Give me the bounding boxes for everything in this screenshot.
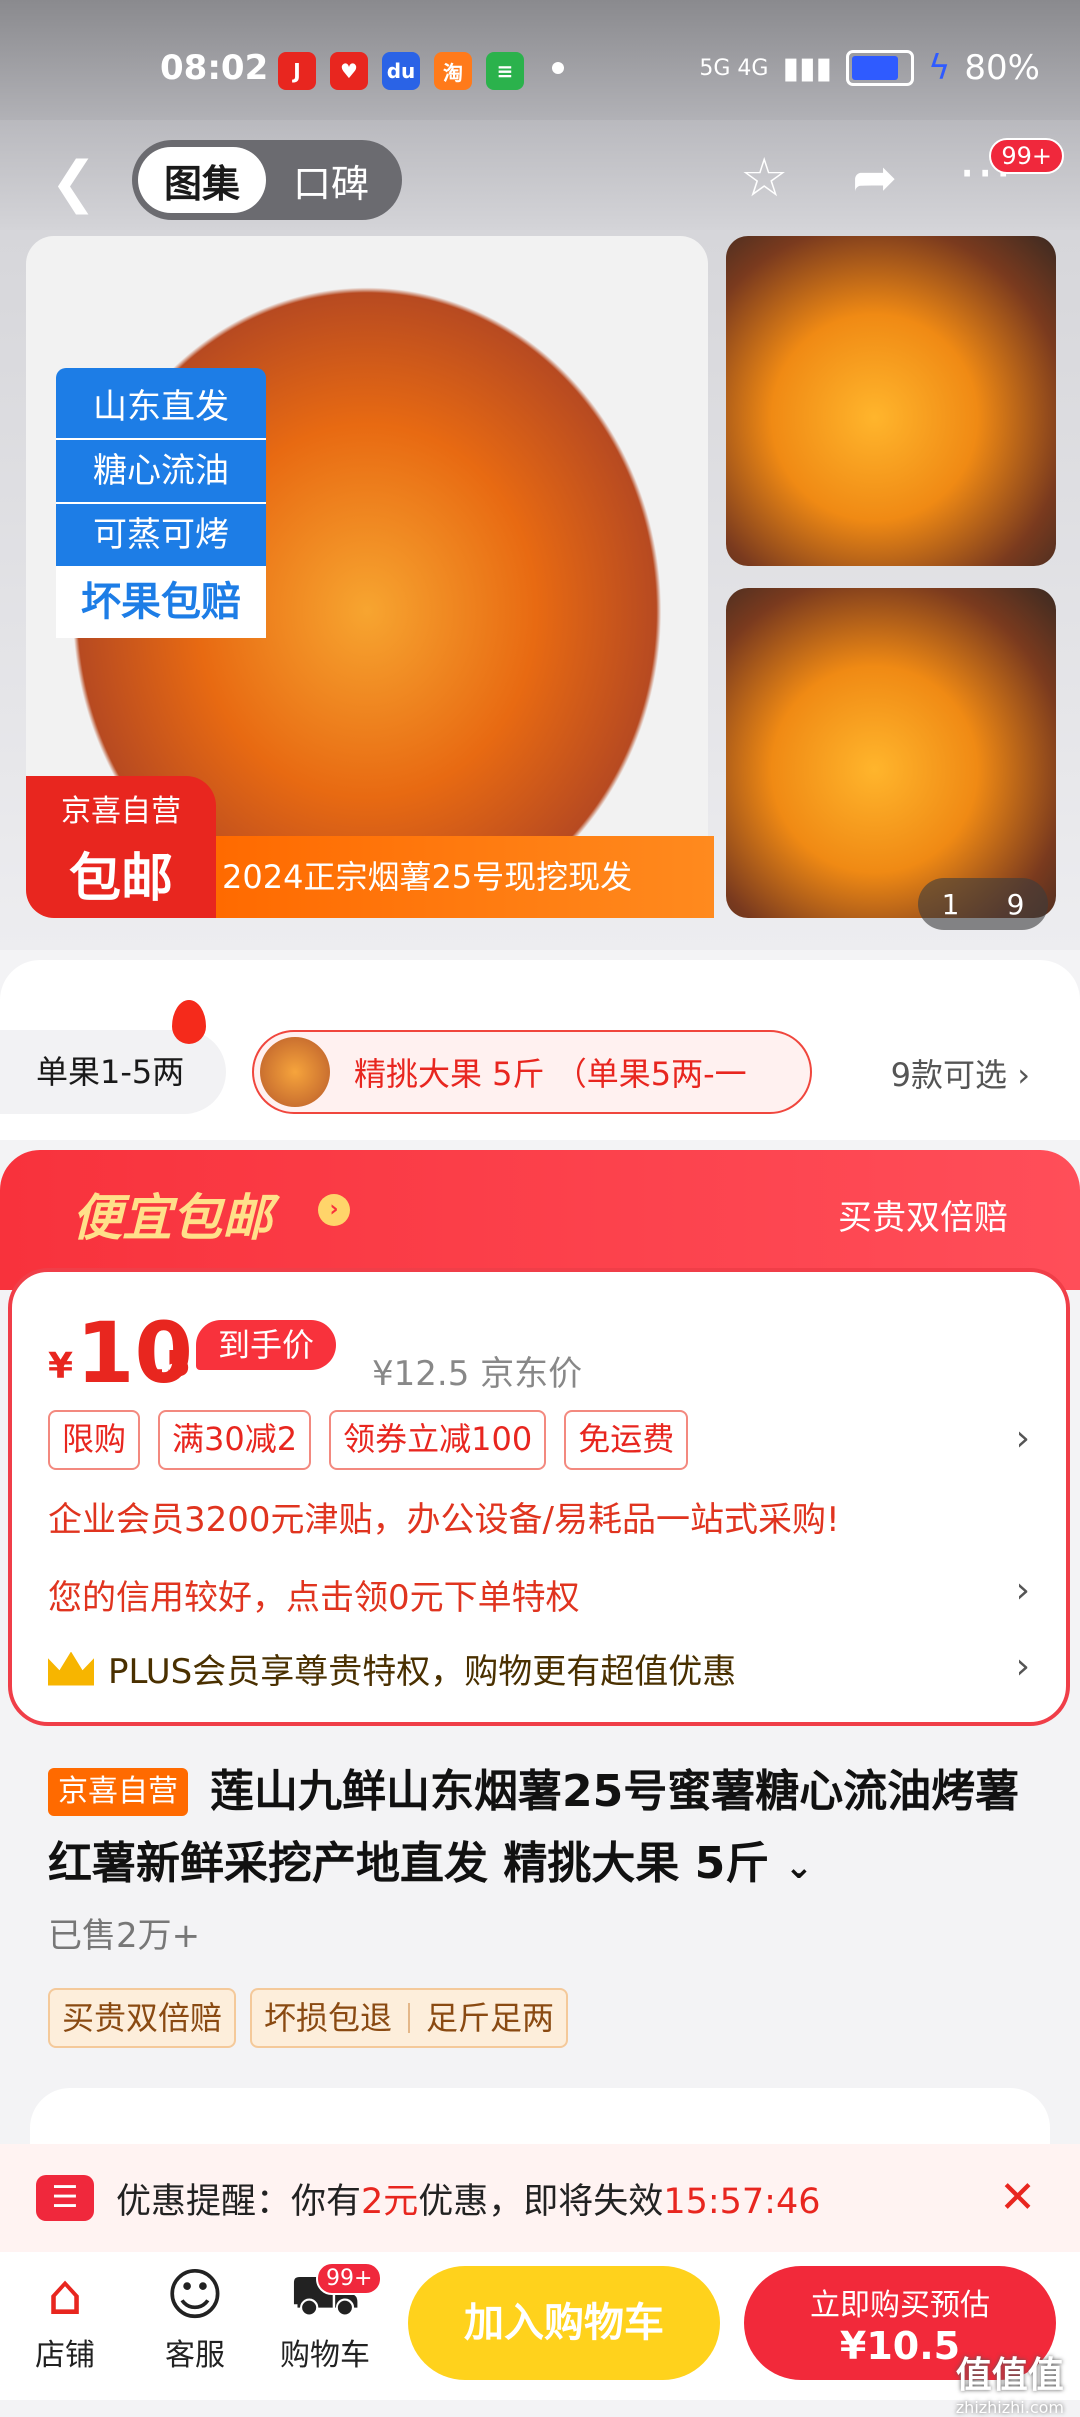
status-time: 08:02 bbox=[160, 48, 269, 88]
product-title[interactable]: 莲山九鲜山东烟薯25号蜜薯糖心流油烤薯红薯新鲜采挖产地直发 精挑大果 5斤 ⌄ bbox=[48, 1756, 1048, 1903]
self-operated-corner: 京喜自营 包邮 bbox=[26, 776, 216, 918]
chevron-right-icon[interactable]: › bbox=[1016, 1418, 1030, 1459]
chevron-right-icon: › bbox=[318, 1194, 350, 1226]
share-icon[interactable]: ➦ bbox=[852, 146, 897, 209]
signal-icon: ▮▮▮ bbox=[782, 50, 832, 86]
thumbnail-image[interactable] bbox=[726, 588, 1056, 918]
cart-label: 购物车 bbox=[280, 2338, 370, 2373]
enterprise-offer[interactable]: 企业会员3200元津贴，办公设备/易耗品一站式采购! bbox=[48, 1492, 840, 1541]
watermark: 值值值 zhizhizhi.com bbox=[956, 2346, 1064, 2417]
price-guarantee[interactable]: 买贵双倍赔 bbox=[838, 1190, 1008, 1239]
reminder-countdown: 15:57:46 bbox=[663, 2181, 821, 2222]
coupon-icon: ☰ bbox=[36, 2175, 94, 2221]
watermark-text: 值值值 bbox=[955, 2355, 1064, 2396]
add-to-cart-button[interactable]: 加入购物车 bbox=[408, 2266, 720, 2380]
image-counter: 1 9 bbox=[918, 878, 1048, 930]
service-tag-group: 坏损包退 足斤足两 bbox=[250, 1988, 569, 2048]
counter-current: 1 bbox=[941, 887, 960, 921]
feature-tag-highlight: 坏果包赔 bbox=[56, 566, 266, 638]
chevron-right-icon[interactable]: › bbox=[1016, 1570, 1030, 1611]
variant-thumbnail bbox=[260, 1037, 330, 1107]
reminder-middle: 优惠，即将失效 bbox=[418, 2181, 664, 2222]
cart-badge: 99+ bbox=[316, 2262, 383, 2295]
corner-top-text: 京喜自营 bbox=[61, 794, 181, 829]
chevron-down-icon[interactable]: ⌄ bbox=[785, 1847, 814, 1887]
store-button[interactable]: ⌂ 店铺 bbox=[10, 2262, 120, 2374]
status-right: 5G 4G ▮▮▮ ϟ 80% bbox=[699, 48, 1040, 88]
tab-gallery[interactable]: 图集 bbox=[138, 147, 266, 213]
thumbnail-image[interactable] bbox=[726, 236, 1056, 566]
coupon-tag: 满30减2 bbox=[158, 1410, 312, 1470]
store-icon: ⌂ bbox=[47, 2263, 83, 2328]
battery-percent: 80% bbox=[964, 48, 1040, 88]
self-operated-badge: 京喜自营 bbox=[48, 1768, 188, 1816]
view-tabs: 图集 口碑 bbox=[132, 140, 402, 220]
customer-service-button[interactable]: ☺ 客服 bbox=[140, 2262, 250, 2374]
service-tag: 坏损包退 bbox=[264, 1999, 393, 2037]
message-icon: ≡ bbox=[486, 52, 524, 90]
plus-offer[interactable]: PLUS会员享尊贵特权，购物更有超值优惠 bbox=[48, 1644, 736, 1693]
plus-offer-label: PLUS会员享尊贵特权，购物更有超值优惠 bbox=[108, 1652, 737, 1692]
message-badge: 99+ bbox=[989, 138, 1064, 174]
variant-chip-selected[interactable]: 精挑大果 5斤 （单果5两-一 bbox=[252, 1030, 812, 1114]
chat-icon: ☺ bbox=[165, 2263, 225, 2328]
reminder-amount: 2元 bbox=[361, 2181, 419, 2222]
buy-now-label: 立即购买预估 bbox=[810, 2288, 990, 2323]
service-tag: 买贵双倍赔 bbox=[48, 1988, 237, 2048]
reminder-prefix: 优惠提醒：你有 bbox=[116, 2181, 362, 2222]
divider bbox=[408, 2003, 411, 2033]
corner-bottom-text: 包邮 bbox=[68, 849, 173, 909]
feature-tag: 山东直发 bbox=[56, 376, 266, 440]
star-icon[interactable]: ☆ bbox=[740, 146, 788, 209]
price-currency: ¥ bbox=[48, 1346, 74, 1387]
more-notifications-dot bbox=[552, 62, 564, 74]
service-tag: 足斤足两 bbox=[426, 1999, 555, 2037]
jd-heart-icon: ♥ bbox=[330, 52, 368, 90]
feature-tag: 糖心流油 bbox=[56, 440, 266, 504]
watermark-sub: zhizhizhi.com bbox=[955, 2398, 1064, 2417]
coupon-list[interactable]: 限购 满30减2 领券立减100 免运费 bbox=[48, 1410, 689, 1470]
final-price-tag: 到手价 bbox=[196, 1320, 337, 1370]
charging-icon: ϟ bbox=[927, 48, 951, 88]
feature-tag: 可蒸可烤 bbox=[93, 515, 229, 555]
battery-icon bbox=[845, 50, 914, 86]
flame-icon bbox=[172, 1000, 206, 1044]
reminder-text: 优惠提醒：你有2元优惠，即将失效15:57:46 bbox=[116, 2173, 821, 2224]
coupon-tag: 限购 bbox=[48, 1410, 141, 1470]
more-variants-link[interactable]: 9款可选 › bbox=[891, 1050, 1030, 1096]
customer-service-label: 客服 bbox=[165, 2338, 225, 2373]
sold-count: 已售2万+ bbox=[48, 1916, 201, 1956]
store-label: 店铺 bbox=[35, 2338, 95, 2373]
feature-tags: 山东直发 糖心流油 可蒸可烤 坏果包赔 bbox=[56, 368, 266, 638]
product-title-text: 莲山九鲜山东烟薯25号蜜薯糖心流油烤薯红薯新鲜采挖产地直发 精挑大果 5斤 bbox=[48, 1766, 1020, 1889]
service-tags[interactable]: 买贵双倍赔 坏损包退 足斤足两 bbox=[48, 1988, 569, 2048]
coupon-tag: 免运费 bbox=[564, 1410, 689, 1470]
baidu-icon: du bbox=[382, 52, 420, 90]
chevron-right-icon: › bbox=[1017, 1056, 1030, 1094]
variant-chip-label: 精挑大果 5斤 （单果5两-一 bbox=[354, 1055, 747, 1093]
jd-app-icon: J bbox=[278, 52, 316, 90]
promo-title[interactable]: 便宜包邮 bbox=[72, 1178, 272, 1250]
coupon-tag: 领券立减100 bbox=[329, 1410, 547, 1470]
chevron-right-icon[interactable]: › bbox=[1016, 1646, 1030, 1687]
coupon-reminder-bar[interactable]: ☰ 优惠提醒：你有2元优惠，即将失效15:57:46 ✕ bbox=[0, 2144, 1080, 2252]
close-icon[interactable]: ✕ bbox=[999, 2172, 1036, 2223]
original-price: ¥12.5 京东价 bbox=[372, 1354, 583, 1394]
network-indicator: 5G 4G bbox=[699, 55, 769, 81]
tab-reviews[interactable]: 口碑 bbox=[266, 153, 396, 208]
more-variants-label: 9款可选 bbox=[890, 1056, 1008, 1094]
counter-total: 9 bbox=[1006, 887, 1025, 921]
back-icon[interactable]: ❮ bbox=[50, 150, 97, 215]
price-decimal: .5 bbox=[152, 1344, 191, 1385]
image-caption-strip: 2024正宗烟薯25号现挖现发 bbox=[216, 836, 714, 918]
credit-offer[interactable]: 您的信用较好，点击领0元下单特权 bbox=[48, 1570, 580, 1619]
crown-icon bbox=[48, 1651, 94, 1686]
taobao-icon: 淘 bbox=[434, 52, 472, 90]
